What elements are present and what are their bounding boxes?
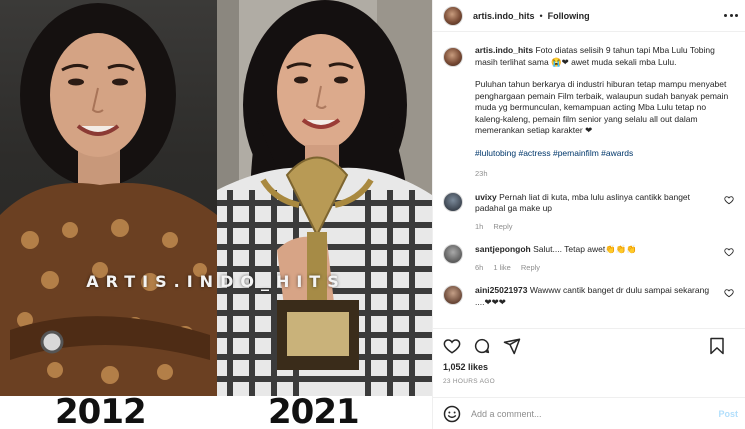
emoji-smiley-icon[interactable] (443, 405, 461, 423)
like-comment-heart-icon[interactable] (724, 247, 734, 257)
post-actions (433, 328, 745, 362)
caption-paragraph-2: Puluhan tahun berkarya di industri hibur… (475, 79, 729, 135)
comment-bubble-icon[interactable] (473, 337, 491, 355)
author-avatar[interactable] (443, 5, 463, 26)
caption-hashtags[interactable]: #lulutobing #actress #pemainfilm #awards (475, 148, 730, 160)
like-comment-heart-icon[interactable] (724, 288, 734, 298)
caption-username[interactable]: artis.indo_hits (475, 45, 533, 55)
comment-item: santjepongoh Salut.... Tetap awet👏👏👏 6h … (443, 244, 736, 273)
comment-item: uvixy Pernah liat di kuta, mba lulu asli… (443, 191, 736, 233)
author-username[interactable]: artis.indo_hits (473, 11, 535, 21)
comment-time[interactable]: 6h (475, 262, 483, 274)
like-comment-heart-icon[interactable] (724, 195, 734, 205)
comment-reply-button[interactable]: Reply (521, 262, 540, 274)
post-image[interactable]: ARTIS.INDO_HITS 2012 2021 (0, 0, 432, 429)
add-comment-bar: Post (433, 397, 745, 429)
comment-reply-button[interactable]: Reply (493, 221, 512, 233)
post-timestamp[interactable]: 23 HOURS AGO (443, 378, 495, 385)
comments-section[interactable]: artis.indo_hits Foto diatas selisih 9 ta… (433, 33, 745, 328)
photo-2021 (217, 0, 432, 396)
photo-2012 (0, 0, 217, 396)
share-send-icon[interactable] (503, 337, 521, 355)
portrait-2012-illustration (0, 3, 217, 396)
comment-likes[interactable]: 1 like (493, 262, 511, 274)
watermark-text: ARTIS.INDO_HITS (86, 272, 346, 291)
portrait-2021-illustration (217, 0, 432, 396)
year-label-2021: 2021 (268, 392, 360, 429)
post-header: artis.indo_hits • Following (433, 0, 745, 32)
comment-username[interactable]: aini25021973 (475, 285, 527, 295)
comment-text: Salut.... Tetap awet👏👏👏 (533, 244, 637, 254)
post-caption: artis.indo_hits Foto diatas selisih 9 ta… (443, 45, 736, 180)
comment-input[interactable] (471, 408, 691, 419)
bookmark-icon[interactable] (708, 337, 726, 355)
comment-avatar[interactable] (443, 285, 463, 305)
post-panel: artis.indo_hits • Following artis.indo_h… (432, 0, 745, 429)
comment-username[interactable]: santjepongoh (475, 244, 531, 254)
header-separator: • (539, 10, 543, 21)
caption-time[interactable]: 23h (475, 168, 730, 180)
likes-count[interactable]: 1,052 likes (443, 362, 488, 372)
post-comment-button[interactable]: Post (718, 409, 738, 419)
comment-username[interactable]: uvixy (475, 192, 497, 202)
comment-avatar[interactable] (443, 191, 463, 212)
more-horizontal-icon[interactable] (724, 10, 738, 20)
comment-text: Pernah liat di kuta, mba lulu aslinya ca… (475, 191, 691, 214)
year-label-2012: 2012 (55, 392, 147, 429)
comment-avatar[interactable] (443, 244, 463, 264)
comment-time[interactable]: 1h (475, 221, 483, 233)
comment-item: aini25021973 Wawww cantik banget dr dulu… (443, 285, 736, 308)
like-heart-icon[interactable] (443, 337, 461, 355)
following-button[interactable]: Following (548, 11, 590, 21)
caption-avatar[interactable] (443, 47, 463, 67)
